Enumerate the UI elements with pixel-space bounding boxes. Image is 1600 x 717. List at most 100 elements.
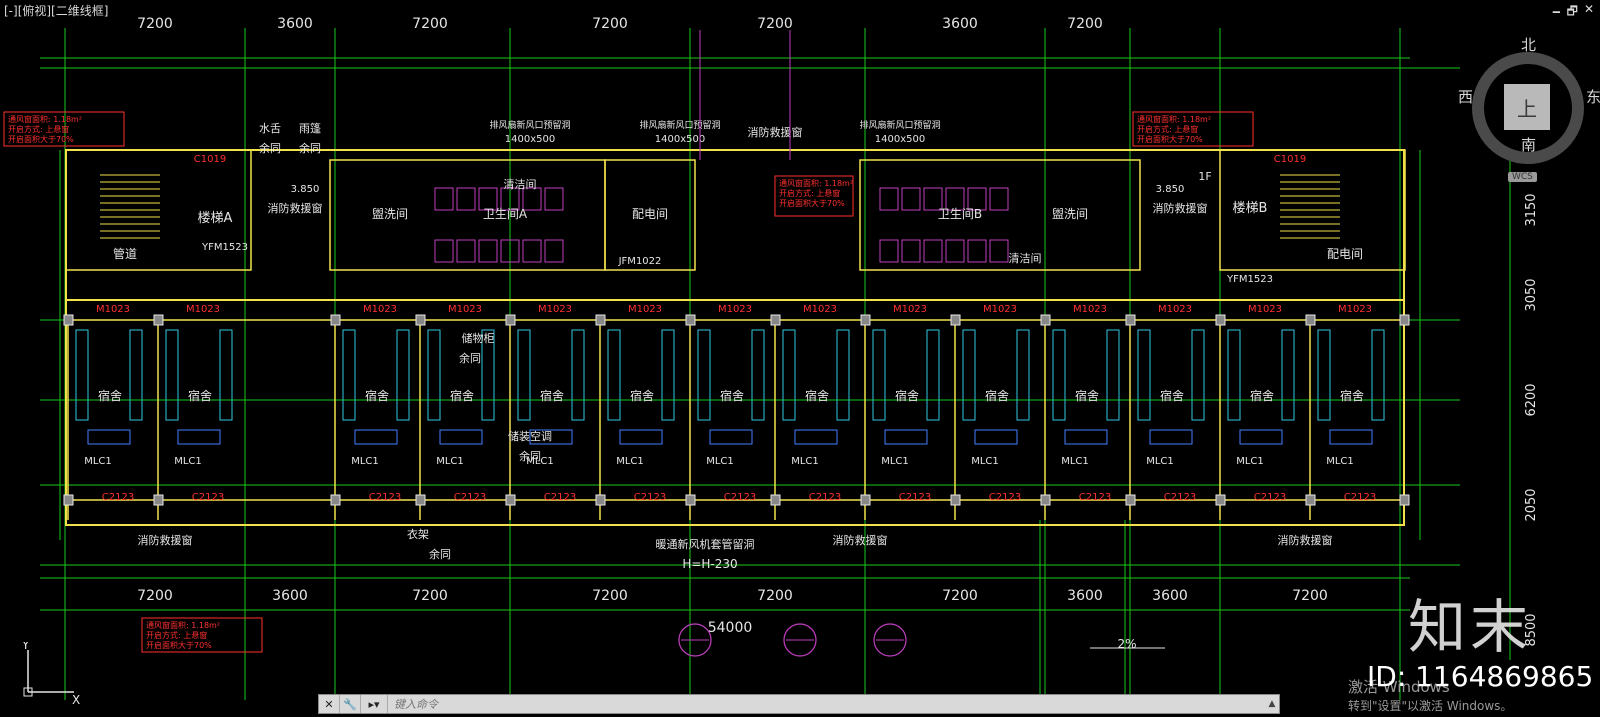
dorm-label: 宿舍 [98,388,122,403]
dorm-bed [962,329,976,421]
window-tag: C2123 [1344,492,1376,503]
door-tag: M1023 [893,304,927,315]
window-tag: C2123 [809,492,841,503]
toilet-cubicle [478,239,498,263]
fire-window-bottom-center: 消防救援窗 [833,533,888,547]
close-icon[interactable]: ✕ [1584,2,1594,23]
door-tag: M1023 [628,304,662,315]
toilet-cubicle [923,239,943,263]
top-axis-dim: 3600 [277,16,313,32]
door-tag: M1023 [448,304,482,315]
column-north [1305,314,1316,326]
mlc-tag: MLC1 [616,456,644,467]
window-tag: C2123 [1079,492,1111,503]
toilet-cubicle [434,239,454,263]
dorm-bed [751,329,765,421]
window-tag: C2123 [369,492,401,503]
column-north [595,314,606,326]
label-shuishe: 水舌 [259,122,281,135]
tag-yfm-left: YFM1523 [201,242,248,253]
wcs-menu[interactable]: WCS [1508,172,1537,182]
minimize-icon[interactable]: 🗕 [1552,2,1561,23]
window-tag: C2123 [192,492,224,503]
door-tag: M1023 [186,304,220,315]
column-south [1399,494,1410,506]
qingjie-b-label: 清洁间 [1009,252,1042,265]
viewport-title[interactable]: [-][俯视][二维线框] [4,2,108,19]
bottom-axis-dim: 7200 [1292,588,1328,604]
fan-hole-height: H=H-230 [682,557,737,571]
command-input[interactable] [388,695,1265,713]
dorm-bed [571,329,585,421]
qingjie-a-label: 清洁间 [504,178,537,191]
command-history-icon[interactable]: ▸▾ [361,695,388,713]
spec-box-center-line: 开启面积大于70% [779,198,845,208]
dorm-bed [427,329,441,421]
dorm-desk [794,429,838,445]
dorm-desk [1149,429,1193,445]
dorm-desk [709,429,753,445]
label-storage: 储物柜 [462,331,495,345]
toilet-cubicle [879,187,899,211]
elev-right: 3.850 [1156,184,1185,195]
viewcube-top-face[interactable]: 上 [1504,84,1550,130]
dorm-label: 宿舍 [1340,388,1364,403]
viewcube[interactable]: 北 南 西 东 上 [1458,34,1600,164]
window-tag: C2123 [989,492,1021,503]
door-tag: M1023 [803,304,837,315]
windows-activation-hint: 转到"设置"以激活 Windows。 [1348,699,1513,713]
ucs-x-label: X [72,693,80,706]
bottom-axis-dim: 7200 [942,588,978,604]
mlc-tag: MLC1 [1236,456,1264,467]
toilet-cubicle [901,187,921,211]
label-yupeng: 雨篷 [299,121,321,135]
mlc-tag: MLC1 [1061,456,1089,467]
column-north [153,314,164,326]
watermark-id: ID: 1164869865 [1367,660,1594,693]
spec-box-line: 开启方式: 上悬窗 [146,630,207,640]
column-north [1399,314,1410,326]
toilet-cubicle [989,239,1009,263]
dorm-label: 宿舍 [540,388,564,403]
ucs-icon: Y X [21,642,80,706]
dorm-bed [1052,329,1066,421]
fire-window-bottom-right: 消防救援窗 [1278,533,1333,547]
dorm-label: 宿舍 [1160,388,1184,403]
window-tag: C2123 [724,492,756,503]
column-south [1125,494,1136,506]
viewcube-east[interactable]: 东 [1586,86,1600,107]
opening-note-left: 排风扇新风口预留洞 [489,119,570,131]
floor-plan-drawing[interactable]: 7200 3600 7200 7200 7200 3600 7200 7200 3600 7200… [0,0,1600,717]
mlc-tag: MLC1 [351,456,379,467]
dorm-label: 宿舍 [1250,388,1274,403]
spec-box-line: 开启面积大于70% [8,134,74,144]
command-scroll-icon[interactable]: ▲ [1265,699,1279,709]
command-line[interactable]: ✕ 🔧 ▸▾ ▲ [318,694,1280,714]
viewcube-west[interactable]: 西 [1458,86,1473,107]
dorm-bed [1317,329,1331,421]
fire-window-left: 消防救援窗 [268,201,323,215]
dorm-label: 宿舍 [985,388,1009,403]
column-north [950,314,961,326]
door-tag: M1023 [538,304,572,315]
label-yutong-3: 余同 [459,351,481,365]
door-tag: M1023 [96,304,130,315]
viewcube-south[interactable]: 南 [1521,134,1536,155]
restore-icon[interactable]: 🗗 [1567,2,1578,23]
dorm-desk [177,429,221,445]
column-south [1040,494,1051,506]
dorm-bed [1016,329,1030,421]
bottom-axis-dim: 7200 [137,588,173,604]
viewcube-north[interactable]: 北 [1521,34,1536,55]
model-viewport[interactable]: 7200 3600 7200 7200 7200 3600 7200 7200 3600 7200… [0,0,1600,717]
overall-dim: 54000 [708,620,753,636]
mlc-tag: MLC1 [791,456,819,467]
customize-wrench-icon[interactable]: 🔧 [340,695,361,713]
mlc-tag: MLC1 [706,456,734,467]
dorm-label: 宿舍 [365,388,389,403]
opening-note-mid: 排风扇新风口预留洞 [639,119,720,131]
column-south [505,494,516,506]
label-ac: 储装空调 [508,429,552,443]
close-command-icon[interactable]: ✕ [319,695,340,713]
label-yutong-2: 余同 [299,141,321,155]
